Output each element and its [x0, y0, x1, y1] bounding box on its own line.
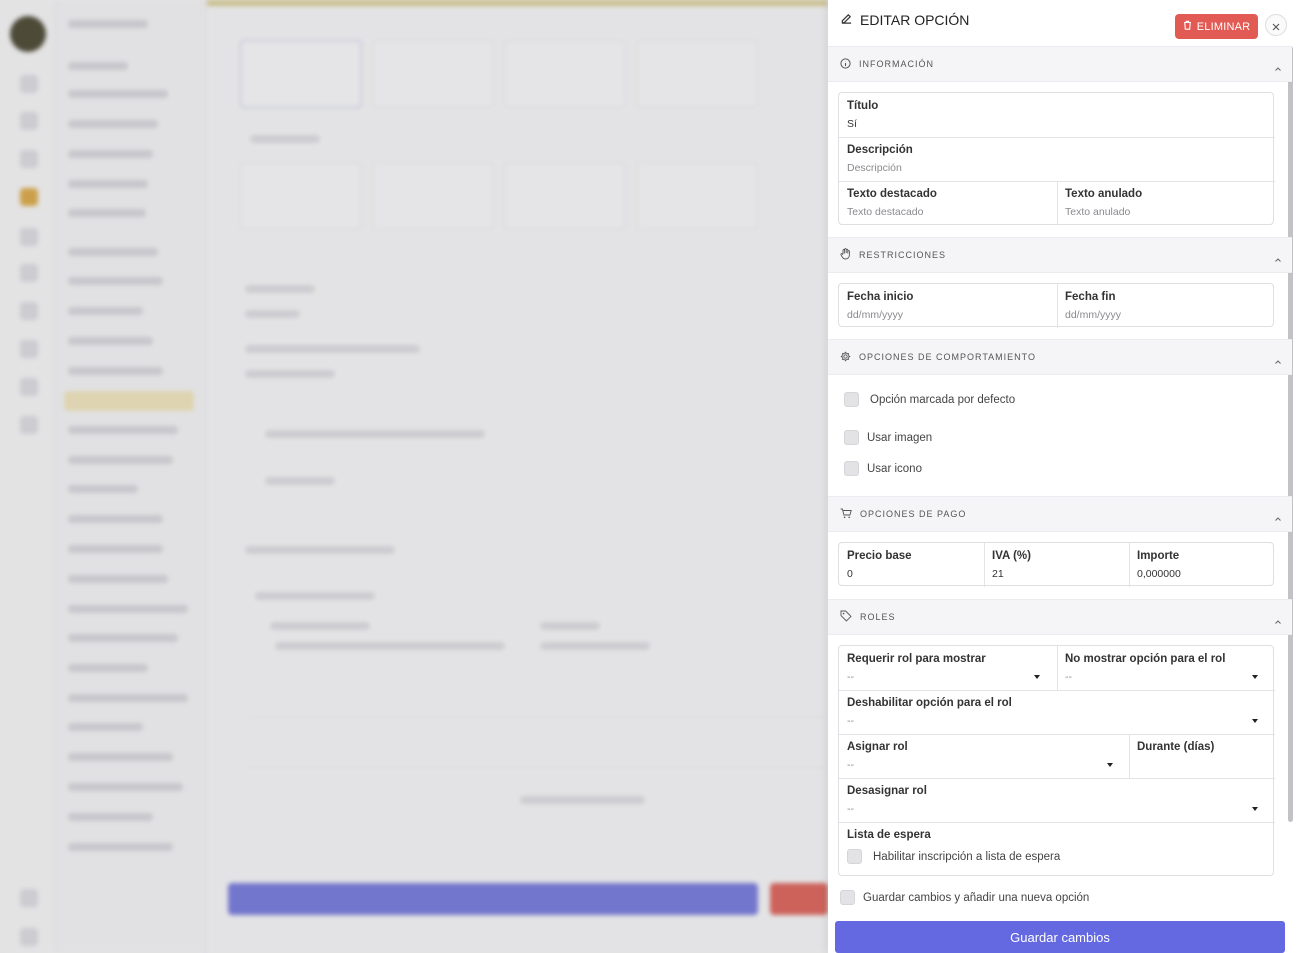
checkbox-box[interactable] — [844, 461, 859, 476]
delete-button[interactable]: ELIMINAR — [1175, 14, 1258, 39]
waitlist-field: Lista de espera Habilitar inscripción a … — [839, 822, 1275, 876]
unassign-role-label: Desasignar rol — [847, 785, 927, 797]
vat-value: 21 — [992, 568, 1004, 580]
duration-days-field[interactable]: Durante (días) — [1129, 734, 1275, 778]
default-checked-label: Opción marcada por defecto — [870, 393, 1016, 406]
start-date-label: Fecha inicio — [847, 291, 914, 303]
end-date-field[interactable]: Fecha fin dd/mm/yyyy — [1057, 284, 1275, 328]
description-label: Descripción — [847, 144, 913, 156]
chevron-up-icon[interactable] — [1274, 58, 1282, 77]
highlight-text-label: Texto destacado — [847, 188, 937, 200]
waitlist-checkbox-label: Habilitar inscripción a lista de espera — [873, 850, 1061, 863]
unassign-role-select[interactable]: Desasignar rol -- — [839, 778, 1275, 822]
save-and-add-label: Guardar cambios y añadir una nueva opció… — [863, 891, 1090, 904]
section-header-restrictions[interactable]: RESTRICCIONES — [828, 237, 1292, 273]
highlight-text-field[interactable]: Texto destacado Texto destacado — [839, 181, 1057, 225]
delete-label: ELIMINAR — [1196, 20, 1251, 33]
checkbox-box[interactable] — [844, 392, 859, 407]
panel-title-text: EDITAR OPCIÓN — [860, 12, 970, 28]
description-field[interactable]: Descripción Descripción — [839, 137, 1275, 181]
restriction-fields: Fecha inicio dd/mm/yyyy Fecha fin dd/mm/… — [838, 283, 1275, 328]
use-image-checkbox[interactable]: Usar imagen — [844, 430, 932, 445]
amount-value: 0,000000 — [1137, 568, 1181, 580]
trash-icon — [1183, 20, 1192, 33]
title-field[interactable]: Título Sí — [839, 93, 1275, 137]
tag-icon — [840, 610, 852, 624]
title-label: Título — [847, 100, 879, 112]
payment-fields: Precio base 0 IVA (%) 21 Importe 0,00000… — [838, 542, 1275, 587]
amount-field[interactable]: Importe 0,000000 — [1129, 543, 1275, 587]
use-icon-label: Usar icono — [867, 462, 922, 475]
default-checked-checkbox[interactable]: Opción marcada por defecto — [844, 392, 1015, 407]
base-price-value: 0 — [847, 568, 853, 580]
base-price-label: Precio base — [847, 550, 912, 562]
chevron-up-icon[interactable] — [1274, 249, 1282, 268]
duration-days-label: Durante (días) — [1137, 741, 1215, 753]
section-title-roles: ROLES — [860, 612, 896, 622]
cart-icon — [840, 508, 852, 521]
info-icon — [840, 57, 851, 71]
caret-down-icon — [1252, 675, 1258, 679]
hide-for-role-select[interactable]: No mostrar opción para el rol -- — [1057, 646, 1275, 690]
section-header-behavior[interactable]: OPCIONES DE COMPORTAMIENTO — [828, 339, 1292, 375]
edit-icon — [840, 12, 853, 28]
end-date-label: Fecha fin — [1065, 291, 1116, 303]
amount-label: Importe — [1137, 550, 1180, 562]
section-header-info[interactable]: INFORMACIÓN — [828, 46, 1292, 82]
gear-icon — [840, 351, 851, 364]
section-title-info: INFORMACIÓN — [859, 59, 934, 69]
title-value: Sí — [847, 118, 857, 130]
section-header-roles[interactable]: ROLES — [828, 599, 1292, 635]
edit-option-panel: EDITAR OPCIÓN ELIMINAR INFORMACIÓN Títul — [828, 0, 1297, 953]
require-role-label: Requerir rol para mostrar — [847, 653, 986, 665]
roles-fields: Requerir rol para mostrar -- No mostrar … — [838, 645, 1275, 876]
base-price-field[interactable]: Precio base 0 — [839, 543, 984, 587]
panel-header: EDITAR OPCIÓN ELIMINAR — [828, 0, 1297, 46]
assign-role-select[interactable]: Asignar rol -- — [839, 734, 1129, 778]
start-date-field[interactable]: Fecha inicio dd/mm/yyyy — [839, 284, 1057, 328]
caret-down-icon — [1107, 763, 1113, 767]
save-button[interactable]: Guardar cambios — [835, 921, 1285, 953]
caret-down-icon — [1252, 807, 1258, 811]
section-title-restrictions: RESTRICCIONES — [859, 250, 947, 260]
waitlist-label: Lista de espera — [847, 829, 931, 841]
hide-for-role-label: No mostrar opción para el rol — [1065, 653, 1226, 665]
strikethrough-text-label: Texto anulado — [1065, 188, 1143, 200]
chevron-up-icon[interactable] — [1274, 611, 1282, 630]
section-title-behavior: OPCIONES DE COMPORTAMIENTO — [859, 352, 1037, 362]
checkbox-box[interactable] — [847, 849, 862, 864]
save-and-add-checkbox[interactable]: Guardar cambios y añadir una nueva opció… — [840, 890, 1089, 905]
chevron-up-icon[interactable] — [1274, 351, 1282, 370]
caret-down-icon — [1252, 719, 1258, 723]
chevron-up-icon[interactable] — [1274, 508, 1282, 527]
disable-for-role-label: Deshabilitar opción para el rol — [847, 697, 1012, 709]
use-image-label: Usar imagen — [867, 431, 933, 444]
background-app — [0, 0, 828, 953]
caret-down-icon — [1034, 675, 1040, 679]
close-icon — [1272, 16, 1280, 35]
info-fields: Título Sí Descripción Descripción Texto … — [838, 92, 1275, 225]
checkbox-box[interactable] — [844, 430, 859, 445]
vat-label: IVA (%) — [992, 550, 1031, 562]
disable-for-role-select[interactable]: Deshabilitar opción para el rol -- — [839, 690, 1275, 734]
assign-role-label: Asignar rol — [847, 741, 908, 753]
use-icon-checkbox[interactable]: Usar icono — [844, 461, 922, 476]
section-title-payment: OPCIONES DE PAGO — [860, 509, 967, 519]
waitlist-checkbox[interactable]: Habilitar inscripción a lista de espera — [847, 849, 1060, 864]
checkbox-box[interactable] — [840, 890, 855, 905]
require-role-select[interactable]: Requerir rol para mostrar -- — [839, 646, 1057, 690]
close-button[interactable] — [1265, 14, 1287, 36]
section-header-payment[interactable]: OPCIONES DE PAGO — [828, 496, 1292, 532]
panel-title: EDITAR OPCIÓN — [840, 12, 969, 28]
strikethrough-text-field[interactable]: Texto anulado Texto anulado — [1057, 181, 1275, 225]
hand-icon — [840, 248, 851, 262]
vat-field[interactable]: IVA (%) 21 — [984, 543, 1129, 587]
